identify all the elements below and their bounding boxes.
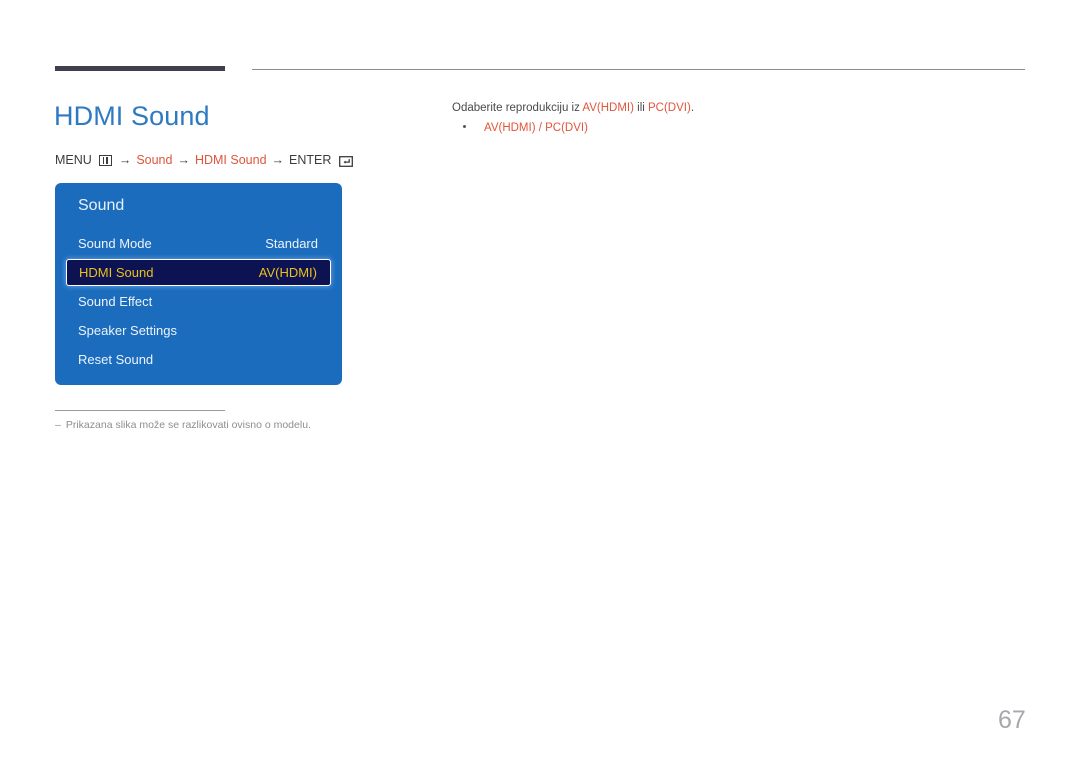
enter-return-icon xyxy=(339,155,354,167)
header-divider-rule xyxy=(252,69,1025,70)
osd-row-label: Speaker Settings xyxy=(78,323,178,338)
page-title: HDMI Sound xyxy=(54,101,210,131)
osd-row-hdmi-sound[interactable]: HDMI Sound AV(HDMI) xyxy=(66,259,331,286)
footnote-divider xyxy=(55,410,225,411)
osd-row-label: HDMI Sound xyxy=(79,265,154,280)
menu-path-step-hdmi-sound: HDMI Sound xyxy=(194,153,267,167)
bullet-dot-icon xyxy=(463,125,466,128)
option-bullet-text: AV(HDMI) / PC(DVI) xyxy=(484,122,588,134)
option-bullet-item: AV(HDMI) / PC(DVI) xyxy=(452,120,588,136)
description-term-av-hdmi: AV(HDMI) xyxy=(582,102,634,114)
osd-row-label: Sound Mode xyxy=(78,236,152,251)
footnote-dash: – xyxy=(55,419,61,431)
description-tail: . xyxy=(690,102,695,114)
osd-row-label: Reset Sound xyxy=(78,352,154,367)
osd-row-speaker-settings[interactable]: Speaker Settings xyxy=(55,316,342,345)
document-page: HDMI Sound MENU → Sound → HDMI Sound → E… xyxy=(0,0,1080,763)
footnote: – Prikazana slika može se razlikovati ovi… xyxy=(55,418,311,433)
menu-box-icon xyxy=(98,154,112,166)
osd-row-reset-sound[interactable]: Reset Sound xyxy=(55,345,342,374)
osd-menu-list: Sound Mode Standard HDMI Sound AV(HDMI) … xyxy=(55,229,342,374)
menu-path-arrow-3: → xyxy=(271,153,285,167)
osd-panel-title: Sound xyxy=(78,197,125,214)
menu-path-menu-label: MENU xyxy=(55,153,92,167)
osd-row-label: Sound Effect xyxy=(78,294,153,309)
description-term-pc-dvi: PC(DVI) xyxy=(648,102,691,114)
header-accent-rule xyxy=(55,66,225,71)
menu-path-step-sound: Sound xyxy=(136,153,173,167)
description-paragraph: Odaberite reprodukciju iz AV(HDMI) ili P… xyxy=(452,100,694,116)
description-middle: ili xyxy=(633,102,648,114)
menu-path-breadcrumb: MENU → Sound → HDMI Sound → ENTER xyxy=(55,152,354,168)
osd-row-sound-effect[interactable]: Sound Effect xyxy=(55,287,342,316)
menu-path-arrow-2: → xyxy=(177,153,190,167)
osd-row-value: AV(HDMI) xyxy=(258,265,317,280)
menu-path-enter-label: ENTER xyxy=(289,153,332,167)
osd-sound-menu-panel: Sound Sound Mode Standard HDMI Sound AV(… xyxy=(55,183,342,385)
footnote-text: Prikazana slika može se razlikovati ovis… xyxy=(65,419,311,431)
menu-path-arrow-1: → xyxy=(118,153,132,167)
description-lead: Odaberite reprodukciju iz xyxy=(452,102,583,114)
osd-row-value: Standard xyxy=(265,236,318,251)
page-number: 67 xyxy=(998,706,1026,734)
osd-row-sound-mode[interactable]: Sound Mode Standard xyxy=(55,229,342,258)
